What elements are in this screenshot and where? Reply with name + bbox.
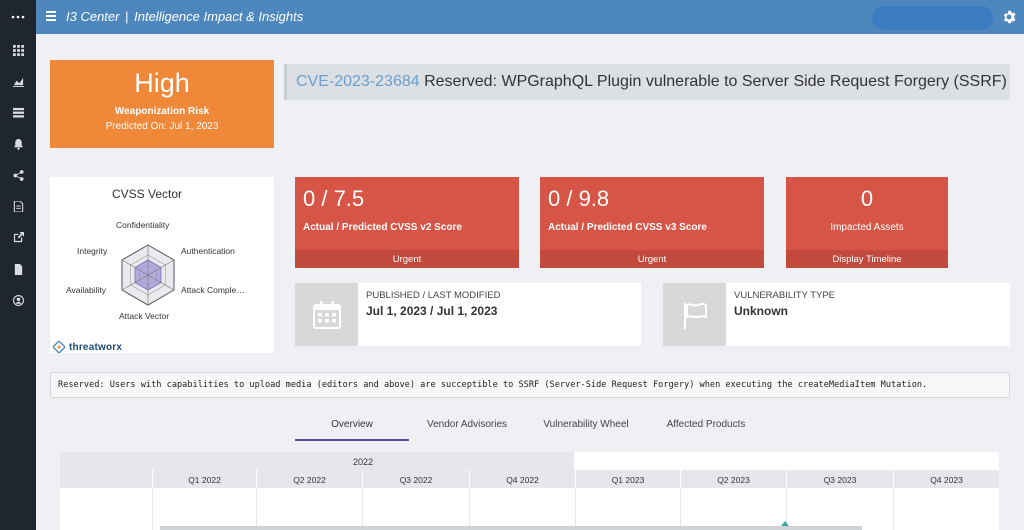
bell-icon[interactable] (0, 134, 36, 154)
app-title: I3 Center | Intelligence Impact & Insigh… (66, 9, 303, 24)
cvss-radar-chart (121, 244, 175, 306)
vulnerability-type-value: Unknown (734, 304, 788, 318)
radar-label-confidentiality: Confidentiality (116, 220, 170, 230)
tab-affected-products[interactable]: Affected Products (651, 413, 761, 441)
user-menu[interactable] (872, 6, 993, 30)
brand-name: threatworx (69, 341, 123, 353)
file-icon[interactable] (0, 259, 36, 279)
cvss-vector-heading: CVSS Vector (111, 187, 183, 201)
horizontal-scrollbar[interactable] (160, 526, 862, 530)
document-icon[interactable] (0, 196, 36, 216)
tab-vulnerability-wheel[interactable]: Vulnerability Wheel (530, 413, 642, 441)
user-circle-icon[interactable] (0, 290, 36, 310)
cve-id-link[interactable]: CVE-2023-23684 (296, 73, 420, 90)
threatworx-logo: threatworx (53, 341, 122, 353)
grid-icon[interactable] (0, 40, 36, 60)
dots-logo-icon[interactable] (0, 0, 36, 34)
title-separator: | (125, 9, 129, 24)
app-subtitle: Intelligence Impact & Insights (134, 9, 304, 24)
tab-overview[interactable]: Overview (295, 413, 409, 441)
radar-label-integrity: Integrity (77, 246, 108, 256)
cve-description: Reserved: Users with capabilities to upl… (50, 372, 1010, 398)
share-icon[interactable] (0, 165, 36, 185)
published-title: PUBLISHED / LAST MODIFIED (366, 290, 501, 301)
timeline-year-2022: 2022 (152, 452, 575, 470)
timeline-gridline (256, 488, 257, 530)
timeline-gridline (680, 488, 681, 530)
cve-title: CVE-2023-23684 Reserved: WPGraphQL Plugi… (284, 64, 1010, 100)
calendar-icon (295, 283, 358, 346)
weaponization-risk-card: High Weaponization Risk Predicted On: Ju… (50, 60, 274, 148)
risk-predicted-date: Predicted On: Jul 1, 2023 (105, 121, 219, 132)
cvss-v3-score-card: 0 / 9.8 Actual / Predicted CVSS v3 Score… (540, 177, 764, 268)
impacted-assets-card: 0 Impacted Assets Display Timeline (786, 177, 948, 268)
cvss-v3-score-label: Actual / Predicted CVSS v3 Score (548, 222, 707, 233)
timeline-gridline (575, 488, 576, 530)
timeline-corner (60, 452, 152, 488)
cve-summary: Reserved: WPGraphQL Plugin vulnerable to… (424, 73, 1007, 90)
sidebar (0, 0, 36, 530)
timeline-quarter: Q2 2023 (680, 470, 786, 488)
risk-label: Weaponization Risk (114, 106, 210, 117)
flag-icon (663, 283, 726, 346)
radar-label-attack-vector: Attack Vector (119, 311, 170, 321)
top-bar: I3 Center | Intelligence Impact & Insigh… (36, 0, 1024, 34)
cvss-v3-urgency: Urgent (540, 250, 764, 268)
cvss-vector-panel: CVSS Vector Confidentiality Authenticati… (50, 177, 274, 353)
timeline-gridline (152, 488, 153, 530)
threatworx-logo-icon (53, 341, 65, 353)
app-name: I3 Center (66, 9, 120, 24)
timeline-quarter: Q3 2023 (786, 470, 893, 488)
tab-vendor-advisories[interactable]: Vendor Advisories (413, 413, 521, 441)
cvss-v3-score-value: 0 / 9.8 (548, 186, 610, 211)
risk-level: High (134, 68, 190, 98)
timeline-quarter: Q4 2022 (469, 470, 575, 488)
radar-label-authentication: Authentication (181, 246, 235, 256)
settings-gear-icon[interactable] (1002, 10, 1016, 24)
external-link-icon[interactable] (0, 227, 36, 247)
list-icon[interactable] (0, 102, 36, 122)
timeline-quarter: Q1 2023 (575, 470, 680, 488)
published-value: Jul 1, 2023 / Jul 1, 2023 (366, 304, 498, 318)
published-card: PUBLISHED / LAST MODIFIED Jul 1, 2023 / … (295, 283, 641, 346)
timeline-gridline (362, 488, 363, 530)
timeline-quarter: Q1 2022 (152, 470, 256, 488)
cvss-v2-urgency: Urgent (295, 250, 519, 268)
timeline-quarter: Q2 2022 (256, 470, 362, 488)
radar-label-availability: Availability (66, 285, 107, 295)
timeline-gridline (893, 488, 894, 530)
impacted-assets-label: Impacted Assets (830, 222, 904, 233)
area-chart-icon[interactable] (0, 71, 36, 91)
hamburger-menu-icon[interactable] (46, 11, 56, 21)
timeline-quarter: Q4 2023 (893, 470, 999, 488)
timeline-chart: 2022 Q1 2022 Q2 2022 Q3 2022 Q4 2022 Q1 … (60, 452, 999, 530)
timeline-gridline (469, 488, 470, 530)
cvss-v2-score-value: 0 / 7.5 (303, 186, 365, 211)
impacted-assets-value: 0 (860, 186, 874, 211)
radar-label-attack-complexity: Attack Comple… (181, 285, 245, 295)
timeline-quarter: Q3 2022 (362, 470, 469, 488)
cvss-v2-score-card: 0 / 7.5 Actual / Predicted CVSS v2 Score… (295, 177, 519, 268)
vulnerability-type-title: VULNERABILITY TYPE (734, 290, 836, 301)
vulnerability-type-card: VULNERABILITY TYPE Unknown (663, 283, 1010, 346)
display-timeline-link[interactable]: Display Timeline (786, 250, 948, 268)
cvss-v2-score-label: Actual / Predicted CVSS v2 Score (303, 222, 462, 233)
